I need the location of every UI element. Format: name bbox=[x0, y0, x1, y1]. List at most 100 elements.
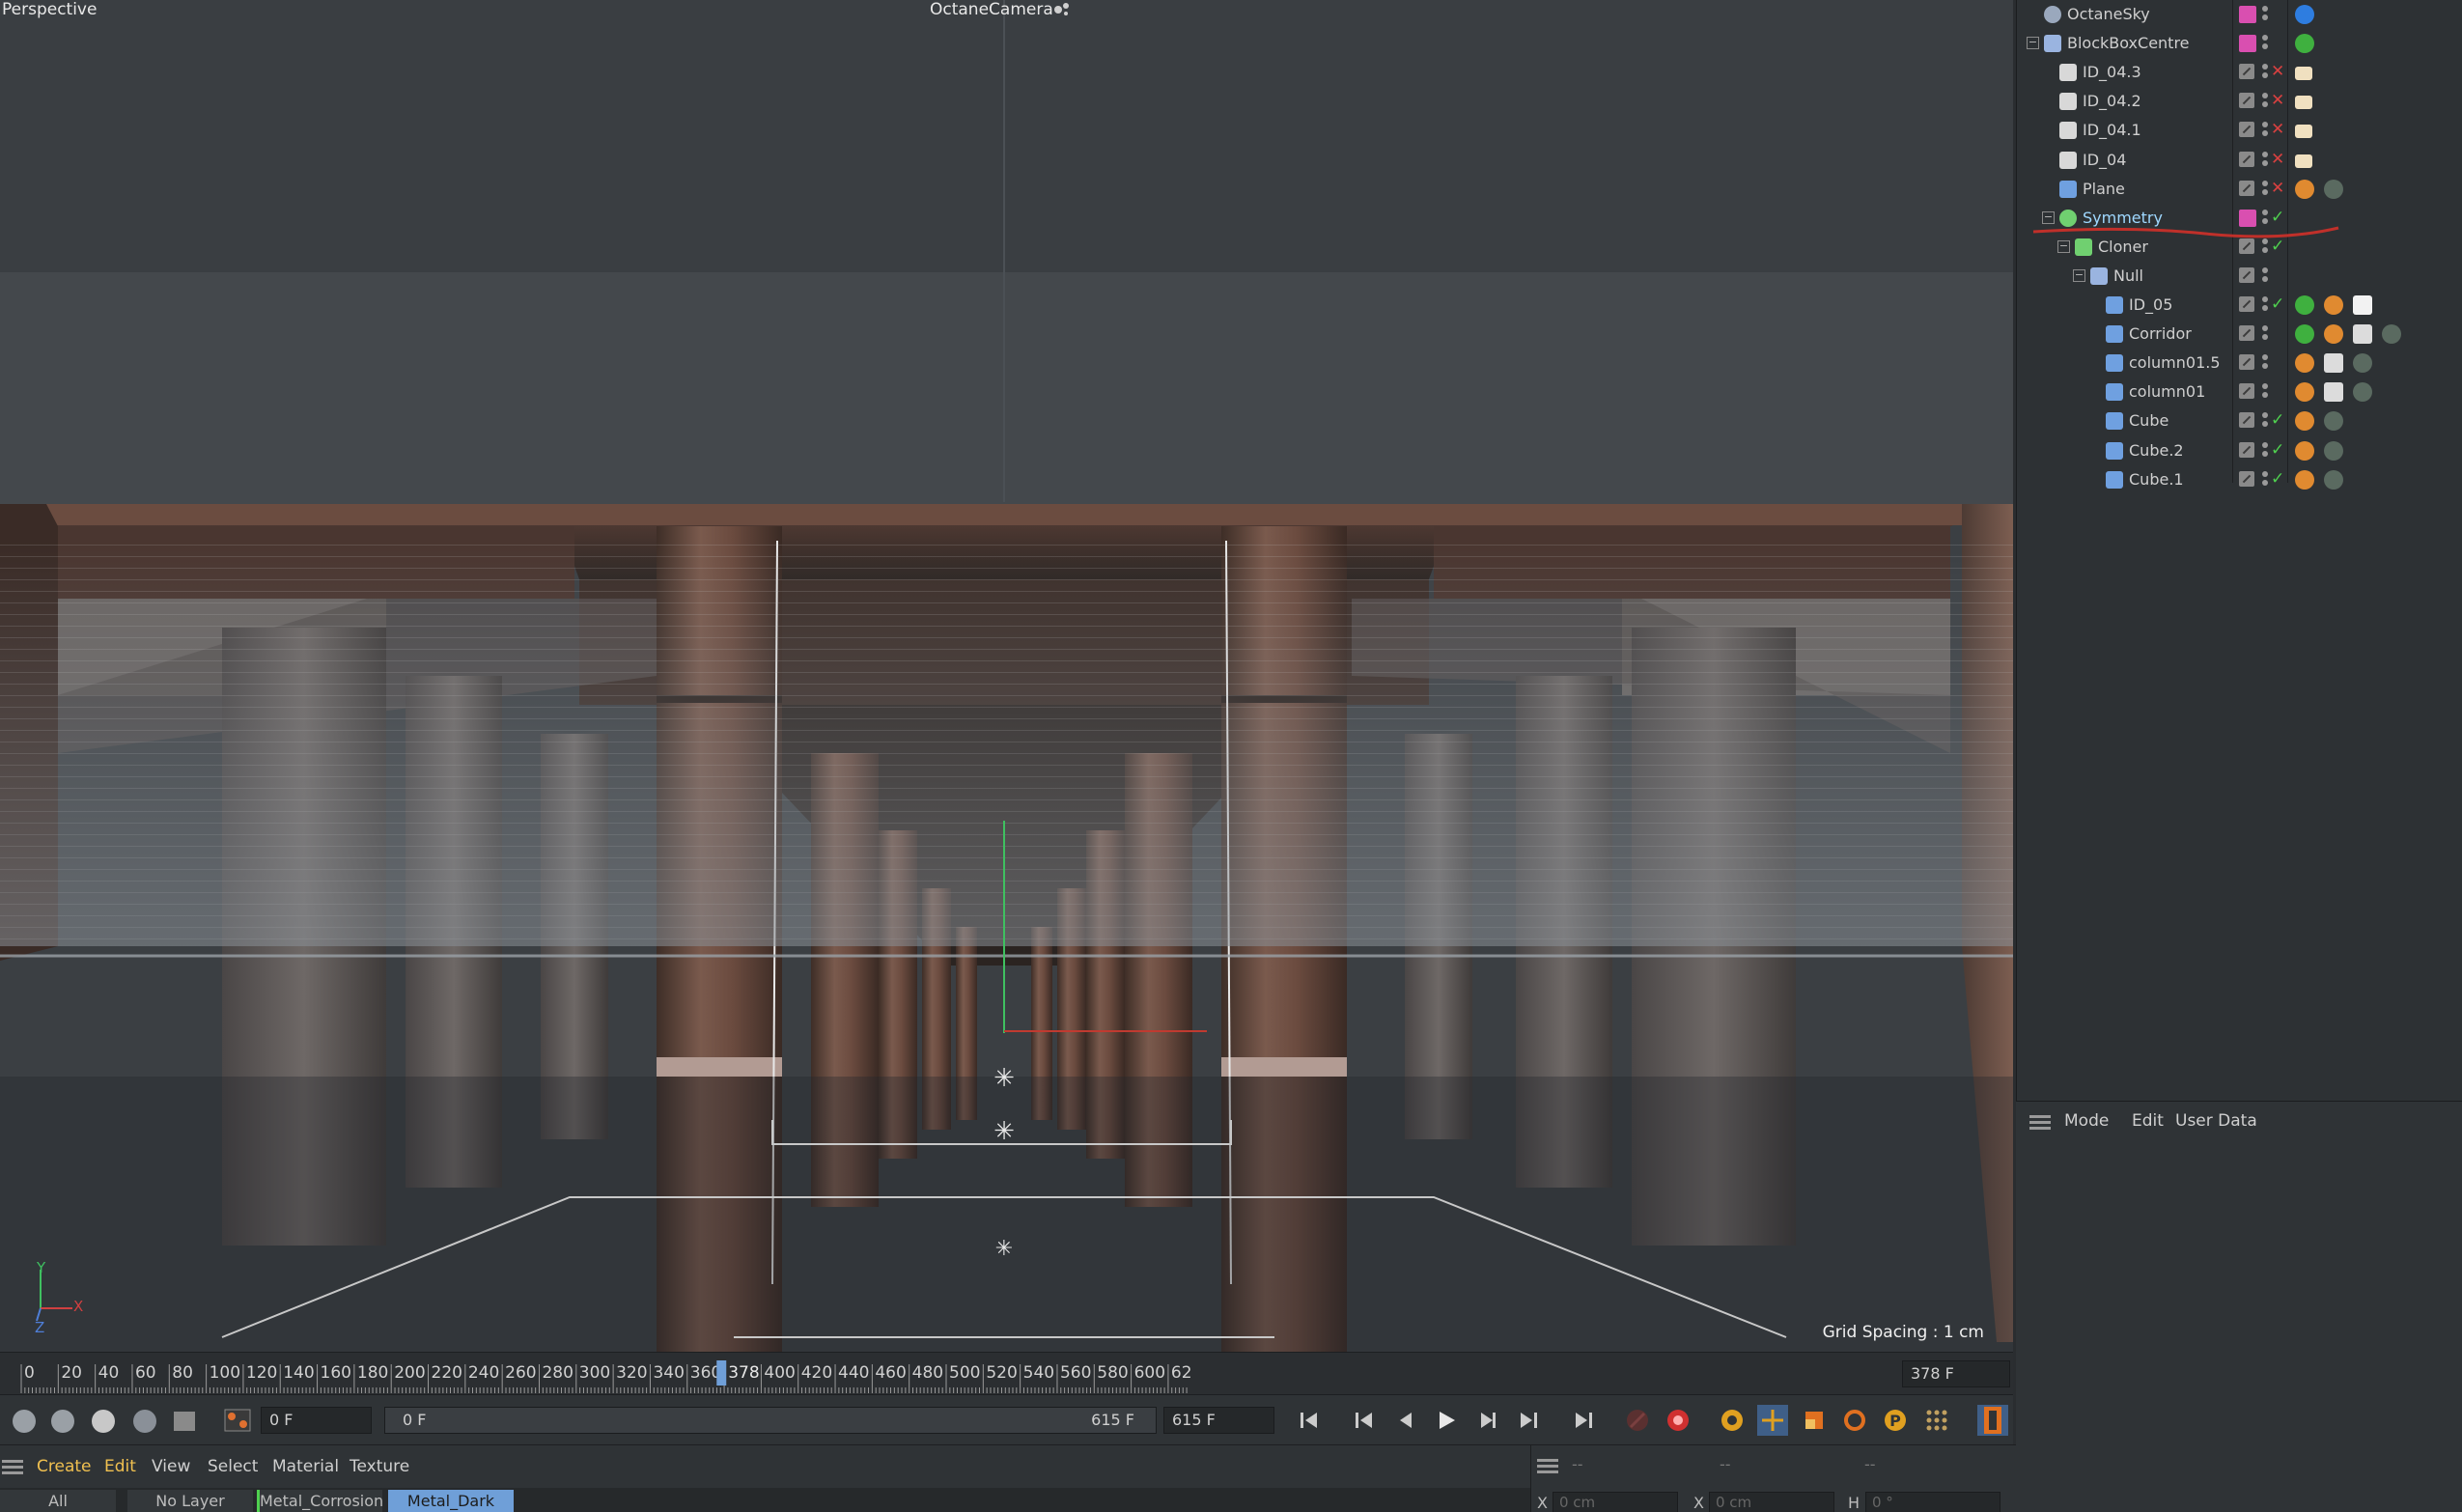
visibility-dots-icon[interactable] bbox=[2262, 238, 2268, 256]
visibility-dots-icon[interactable] bbox=[2262, 470, 2268, 489]
material-tab-metal-corrosion[interactable]: Metal_Corrosion bbox=[257, 1490, 383, 1512]
camera-icon[interactable] bbox=[1052, 2, 1072, 17]
material-tab-metal-dark[interactable]: Metal_Dark bbox=[388, 1490, 514, 1512]
disabled-cross-icon[interactable]: ✕ bbox=[2271, 179, 2284, 198]
material-tag-icon[interactable] bbox=[2353, 353, 2372, 374]
visibility-dots-icon[interactable] bbox=[2262, 151, 2268, 169]
light-tag-icon[interactable] bbox=[2295, 96, 2312, 110]
white-material-tag-icon[interactable] bbox=[2353, 295, 2372, 315]
visibility-dots-icon[interactable] bbox=[2262, 266, 2268, 285]
phong-tag-icon[interactable] bbox=[2295, 353, 2314, 374]
material-tag-icon[interactable] bbox=[2324, 411, 2343, 432]
disabled-cross-icon[interactable]: ✕ bbox=[2271, 150, 2284, 169]
material-tag-icon[interactable] bbox=[2324, 469, 2343, 490]
enabled-check-icon[interactable]: ✓ bbox=[2271, 410, 2284, 430]
preview-range-slider[interactable]: 0 F 615 F bbox=[384, 1407, 1157, 1434]
menu-icon[interactable] bbox=[1537, 1459, 1558, 1474]
timeline-ruler[interactable]: 0 20 40 60 80 100 120 140 160 180 200 220 240 260 280 3… bbox=[0, 1352, 2013, 1395]
object-name[interactable]: ID_04 bbox=[2083, 151, 2126, 169]
edit-toggle-icon[interactable] bbox=[2239, 238, 2254, 254]
frame-ruler[interactable]: 0 20 40 60 80 100 120 140 160 180 200 220 240 260 280 3… bbox=[0, 1353, 1902, 1395]
visibility-dots-icon[interactable] bbox=[2262, 35, 2268, 52]
edit-toggle-icon[interactable] bbox=[2239, 296, 2254, 312]
phong-tag-icon[interactable] bbox=[2324, 295, 2343, 315]
disabled-cross-icon[interactable]: ✕ bbox=[2271, 62, 2284, 81]
object-name[interactable]: column01.5 bbox=[2129, 353, 2221, 372]
object-row[interactable]: ID_05 ✓ bbox=[2017, 291, 2462, 320]
object-row[interactable]: Cube.1 ✓ bbox=[2017, 465, 2462, 494]
material-tag-icon[interactable] bbox=[2324, 440, 2343, 461]
visibility-dots-icon[interactable] bbox=[2262, 383, 2268, 401]
parameter-key-icon[interactable]: P bbox=[1880, 1405, 1911, 1436]
autokey-gear-icon[interactable] bbox=[1717, 1405, 1748, 1436]
position-x-field[interactable]: 0 cm bbox=[1553, 1492, 1678, 1512]
object-row[interactable]: column01.5 bbox=[2017, 349, 2462, 378]
object-name[interactable]: Null bbox=[2113, 266, 2143, 285]
record-active-keys-icon[interactable] bbox=[1663, 1405, 1693, 1436]
object-name[interactable]: ID_04.3 bbox=[2083, 63, 2141, 81]
perspective-viewport[interactable]: ✳ ✳ ✳ Y X Z Perspective OctaneCamera Gri… bbox=[0, 0, 2013, 1352]
rotation-h-field[interactable]: 0 ° bbox=[1865, 1492, 2000, 1512]
green-material-tag-icon[interactable] bbox=[2295, 324, 2314, 345]
visibility-dots-icon[interactable] bbox=[2262, 93, 2268, 110]
object-row[interactable]: Plane ✕ bbox=[2017, 175, 2462, 204]
view-name-label[interactable]: Perspective bbox=[2, 0, 97, 19]
enabled-check-icon[interactable]: ✓ bbox=[2271, 469, 2284, 489]
material-tag-icon[interactable] bbox=[2324, 179, 2343, 199]
attribute-manager[interactable]: Mode Edit User Data bbox=[2016, 1101, 2462, 1512]
attr-menu-user-data[interactable]: User Data bbox=[2175, 1111, 2257, 1131]
object-row[interactable]: ID_04.3 ✕ bbox=[2017, 58, 2462, 87]
object-row[interactable]: − BlockBoxCentre bbox=[2017, 29, 2462, 58]
object-row[interactable]: OctaneSky bbox=[2017, 0, 2462, 29]
record-disabled-icon[interactable] bbox=[1622, 1405, 1653, 1436]
enabled-check-icon[interactable]: ✓ bbox=[2271, 440, 2284, 460]
mat-menu-select[interactable]: Select bbox=[208, 1457, 258, 1476]
move-key-icon[interactable] bbox=[1757, 1405, 1788, 1436]
visibility-dots-icon[interactable] bbox=[2262, 122, 2268, 139]
play-icon[interactable] bbox=[1431, 1405, 1462, 1436]
green-material-tag-icon[interactable] bbox=[2295, 34, 2314, 54]
light-tag-icon[interactable] bbox=[2295, 125, 2312, 139]
mat-menu-view[interactable]: View bbox=[152, 1457, 190, 1476]
object-name[interactable]: Cube.2 bbox=[2129, 441, 2184, 460]
object-name[interactable]: Cube bbox=[2129, 411, 2168, 430]
object-row[interactable]: − Null bbox=[2017, 262, 2462, 291]
point-level-key-icon[interactable] bbox=[1921, 1405, 1952, 1436]
visibility-dots-icon[interactable] bbox=[2262, 412, 2268, 430]
phong-tag-icon[interactable] bbox=[2324, 324, 2343, 345]
edit-toggle-icon[interactable] bbox=[2239, 325, 2254, 342]
visibility-dots-icon[interactable] bbox=[2262, 180, 2268, 198]
edit-toggle-icon[interactable] bbox=[2239, 383, 2254, 400]
attr-menu-edit[interactable]: Edit bbox=[2132, 1111, 2164, 1131]
size-x-field[interactable]: 0 cm bbox=[1709, 1492, 1834, 1512]
object-name[interactable]: ID_04.2 bbox=[2083, 92, 2141, 110]
edit-toggle-icon[interactable] bbox=[2239, 64, 2254, 80]
go-to-start-icon[interactable] bbox=[1294, 1405, 1325, 1436]
edit-toggle-icon[interactable] bbox=[2239, 470, 2254, 487]
visibility-dots-icon[interactable] bbox=[2262, 64, 2268, 81]
render-preview-icons[interactable] bbox=[10, 1407, 203, 1436]
object-name[interactable]: Cloner bbox=[2098, 238, 2148, 256]
object-name[interactable]: Plane bbox=[2083, 180, 2125, 198]
scale-key-icon[interactable] bbox=[1799, 1405, 1830, 1436]
object-row[interactable]: ID_04.2 ✕ bbox=[2017, 87, 2462, 116]
object-name[interactable]: ID_05 bbox=[2129, 295, 2172, 314]
edit-toggle-icon[interactable] bbox=[2239, 151, 2254, 167]
go-to-end-icon[interactable] bbox=[1568, 1405, 1599, 1436]
edit-toggle-icon[interactable] bbox=[2239, 412, 2254, 429]
object-manager[interactable]: OctaneSky − BlockBoxCentre ID_04.3 ✕ ID_04.2 ✕… bbox=[2016, 0, 2462, 1101]
phong-tag-icon[interactable] bbox=[2295, 469, 2314, 490]
coordinates-manager[interactable]: -- -- -- X 0 cm X 0 cm H 0 ° bbox=[1530, 1444, 2016, 1512]
object-name[interactable]: column01 bbox=[2129, 382, 2205, 401]
object-name[interactable]: Corridor bbox=[2129, 324, 2192, 343]
light-tag-icon[interactable] bbox=[2295, 154, 2312, 168]
layer-tab-no-layer[interactable]: No Layer bbox=[127, 1490, 253, 1512]
enabled-check-icon[interactable]: ✓ bbox=[2271, 294, 2284, 314]
edit-toggle-icon[interactable] bbox=[2239, 93, 2254, 109]
object-row[interactable]: ID_04.1 ✕ bbox=[2017, 116, 2462, 145]
timeline-film-icon[interactable] bbox=[1977, 1405, 2008, 1436]
phong-tag-icon[interactable] bbox=[2295, 440, 2314, 461]
active-camera-label[interactable]: OctaneCamera bbox=[930, 0, 1053, 19]
object-name[interactable]: BlockBoxCentre bbox=[2067, 34, 2190, 52]
previous-key-icon[interactable] bbox=[1349, 1405, 1380, 1436]
